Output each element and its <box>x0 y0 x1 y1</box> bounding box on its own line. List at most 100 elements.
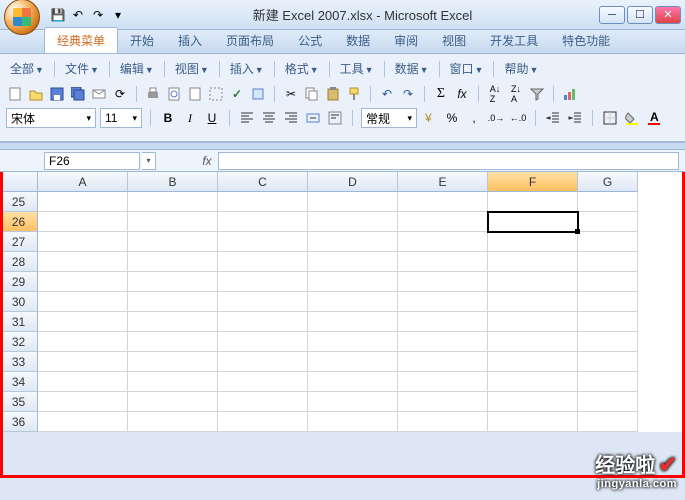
cell-G33[interactable] <box>578 352 638 372</box>
cell-C26[interactable] <box>218 212 308 232</box>
tab-insert[interactable]: 插入 <box>166 28 214 53</box>
cell-G27[interactable] <box>578 232 638 252</box>
cell-E36[interactable] <box>398 412 488 432</box>
cell-B33[interactable] <box>128 352 218 372</box>
cell-A28[interactable] <box>38 252 128 272</box>
cell-C32[interactable] <box>218 332 308 352</box>
cell-F31[interactable] <box>488 312 578 332</box>
cell-D25[interactable] <box>308 192 398 212</box>
cell-E31[interactable] <box>398 312 488 332</box>
cell-E34[interactable] <box>398 372 488 392</box>
cell-A29[interactable] <box>38 272 128 292</box>
row-header-27[interactable]: 27 <box>0 232 38 252</box>
comma-icon[interactable]: , <box>465 109 483 127</box>
page-setup-icon[interactable] <box>186 85 204 103</box>
redo-icon[interactable]: ↷ <box>90 7 106 23</box>
cell-D29[interactable] <box>308 272 398 292</box>
undo-icon[interactable]: ↶ <box>378 85 396 103</box>
cell-E29[interactable] <box>398 272 488 292</box>
cell-B34[interactable] <box>128 372 218 392</box>
column-header-B[interactable]: B <box>128 172 218 192</box>
column-header-G[interactable]: G <box>578 172 638 192</box>
cell-E27[interactable] <box>398 232 488 252</box>
row-header-32[interactable]: 32 <box>0 332 38 352</box>
cell-D36[interactable] <box>308 412 398 432</box>
office-button[interactable] <box>4 0 40 35</box>
row-header-30[interactable]: 30 <box>0 292 38 312</box>
menu-view[interactable]: 视图▼ <box>171 58 213 79</box>
cell-G30[interactable] <box>578 292 638 312</box>
row-header-28[interactable]: 28 <box>0 252 38 272</box>
cell-C30[interactable] <box>218 292 308 312</box>
align-right-icon[interactable] <box>282 109 300 127</box>
cell-D26[interactable] <box>308 212 398 232</box>
cell-B27[interactable] <box>128 232 218 252</box>
cell-G34[interactable] <box>578 372 638 392</box>
column-header-A[interactable]: A <box>38 172 128 192</box>
cell-A26[interactable] <box>38 212 128 232</box>
cell-A33[interactable] <box>38 352 128 372</box>
cell-B35[interactable] <box>128 392 218 412</box>
number-format-combo[interactable]: 常规▾ <box>361 108 417 128</box>
align-left-icon[interactable] <box>238 109 256 127</box>
cell-G32[interactable] <box>578 332 638 352</box>
sort-desc-icon[interactable]: Z↓A <box>507 85 525 103</box>
spell-icon[interactable]: ✓ <box>228 85 246 103</box>
cell-C27[interactable] <box>218 232 308 252</box>
tab-page-layout[interactable]: 页面布局 <box>214 28 286 53</box>
undo-icon[interactable]: ↶ <box>70 7 86 23</box>
cell-E25[interactable] <box>398 192 488 212</box>
cell-B36[interactable] <box>128 412 218 432</box>
decrease-decimal-icon[interactable]: ←.0 <box>509 109 527 127</box>
cell-F34[interactable] <box>488 372 578 392</box>
column-header-D[interactable]: D <box>308 172 398 192</box>
cell-D35[interactable] <box>308 392 398 412</box>
format-painter-icon[interactable] <box>345 85 363 103</box>
borders-icon[interactable] <box>601 109 619 127</box>
wrap-text-icon[interactable] <box>326 109 344 127</box>
cell-D32[interactable] <box>308 332 398 352</box>
underline-button[interactable]: U <box>203 109 221 127</box>
cell-F27[interactable] <box>488 232 578 252</box>
cell-E35[interactable] <box>398 392 488 412</box>
cell-G29[interactable] <box>578 272 638 292</box>
menu-insert[interactable]: 插入▼ <box>226 58 268 79</box>
cell-F32[interactable] <box>488 332 578 352</box>
align-center-icon[interactable] <box>260 109 278 127</box>
row-header-35[interactable]: 35 <box>0 392 38 412</box>
cell-G25[interactable] <box>578 192 638 212</box>
menu-window[interactable]: 窗口▼ <box>446 58 488 79</box>
cell-B28[interactable] <box>128 252 218 272</box>
cut-icon[interactable]: ✂ <box>282 85 300 103</box>
cell-A34[interactable] <box>38 372 128 392</box>
sort-asc-icon[interactable]: A↓Z <box>486 85 504 103</box>
filter-icon[interactable] <box>528 85 546 103</box>
cell-B29[interactable] <box>128 272 218 292</box>
cell-D30[interactable] <box>308 292 398 312</box>
cell-C29[interactable] <box>218 272 308 292</box>
row-header-36[interactable]: 36 <box>0 412 38 432</box>
cell-A36[interactable] <box>38 412 128 432</box>
tab-special[interactable]: 特色功能 <box>550 28 622 53</box>
bold-button[interactable]: B <box>159 109 177 127</box>
save-icon[interactable] <box>48 85 66 103</box>
merge-center-icon[interactable] <box>304 109 322 127</box>
refresh-icon[interactable]: ⟳ <box>111 85 129 103</box>
tab-classic-menu[interactable]: 经典菜单 <box>44 27 118 53</box>
cell-B30[interactable] <box>128 292 218 312</box>
cell-D34[interactable] <box>308 372 398 392</box>
chart-icon[interactable] <box>561 85 579 103</box>
tab-data[interactable]: 数据 <box>334 28 382 53</box>
cell-B26[interactable] <box>128 212 218 232</box>
select-all-corner[interactable] <box>0 172 38 192</box>
cell-F33[interactable] <box>488 352 578 372</box>
formula-bar[interactable] <box>218 152 679 170</box>
column-header-C[interactable]: C <box>218 172 308 192</box>
cell-A25[interactable] <box>38 192 128 212</box>
cell-B31[interactable] <box>128 312 218 332</box>
menu-format[interactable]: 格式▼ <box>281 58 323 79</box>
name-box-dropdown[interactable]: ▾ <box>142 152 156 170</box>
cell-G35[interactable] <box>578 392 638 412</box>
mail-icon[interactable] <box>90 85 108 103</box>
cell-D27[interactable] <box>308 232 398 252</box>
